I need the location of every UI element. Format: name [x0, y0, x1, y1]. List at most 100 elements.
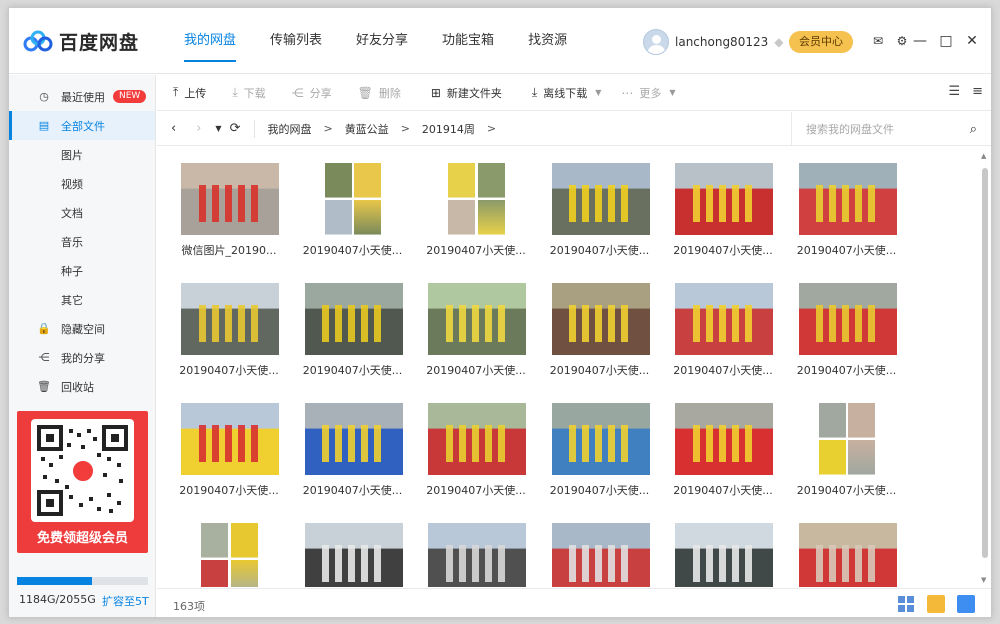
sidebar: ◷ 最近使用 NEW ▤ 全部文件 图片 视频 文档音乐种子 其它 🔒 隐藏空间 ⋲ 我的分享 🗑 回收站 — [9, 75, 156, 617]
grid-view-icon[interactable] — [897, 595, 915, 613]
sidebar-item-2[interactable]: 图片 — [9, 140, 155, 169]
download-button[interactable]: ⤓ 下载 — [232, 85, 265, 101]
promo-banner[interactable]: 免费领超级会员 — [17, 411, 148, 553]
minimize-icon[interactable]: — — [909, 32, 931, 50]
breadcrumb-item[interactable]: 我的网盘 — [267, 121, 311, 137]
nav-tab-4[interactable]: 找资源 — [511, 8, 584, 74]
share-button[interactable]: ⋲ 分享 — [292, 85, 332, 101]
vip-center-button[interactable]: 会员中心 — [789, 31, 853, 53]
promo-text[interactable]: 免费领超级会员 — [17, 527, 148, 546]
nav-tab-3[interactable]: 功能宝箱 — [425, 8, 511, 74]
file-item[interactable] — [667, 511, 779, 587]
back-icon[interactable]: ‹ — [171, 121, 176, 136]
sidebar-list: ◷ 最近使用 NEW ▤ 全部文件 图片 视频 文档音乐种子 其它 🔒 隐藏空间 ⋲ 我的分享 🗑 回收站 — [9, 75, 155, 401]
file-item[interactable] — [297, 511, 409, 587]
file-item[interactable]: 20190407小天使... — [791, 391, 903, 501]
file-item[interactable]: 20190407小天使... — [420, 151, 532, 261]
sidebar-item-0[interactable]: ◷ 最近使用 NEW — [9, 82, 155, 111]
file-item[interactable]: 20190407小天使... — [173, 271, 285, 381]
file-item[interactable]: 20190407小天使... — [544, 151, 656, 261]
file-item[interactable]: 20190407小天使... — [420, 271, 532, 381]
file-item[interactable]: 20190407小天使... — [667, 391, 779, 501]
history-dropdown-icon[interactable]: ▼ — [215, 124, 221, 133]
scroll-up-icon[interactable]: ▲ — [981, 152, 986, 160]
mail-icon[interactable]: ✉ — [869, 32, 887, 50]
new-folder-label: 新建文件夹 — [446, 86, 502, 100]
expand-storage-link[interactable]: 扩容至5T — [102, 593, 149, 609]
file-thumbnail — [304, 523, 403, 587]
file-item[interactable]: 20190407小天使... — [297, 271, 409, 381]
more-icon: ⋯ — [621, 85, 634, 100]
file-name: 20190407小天使... — [426, 484, 526, 497]
file-item[interactable]: 20190407小天使... — [297, 151, 409, 261]
status-bar: 163项 — [157, 588, 991, 617]
more-button[interactable]: ⋯ 更多 ▼ — [621, 85, 675, 101]
file-item[interactable]: 20190407小天使... — [667, 271, 779, 381]
nav-tab-1[interactable]: 传输列表 — [253, 8, 339, 74]
upload-button[interactable]: ⤒ 上传 — [173, 85, 206, 101]
breadcrumb-item[interactable]: 201914周 — [422, 121, 475, 137]
file-thumbnail — [324, 163, 382, 235]
file-item[interactable] — [791, 511, 903, 587]
refresh-icon[interactable]: ⟳ — [230, 121, 241, 136]
nav-tab-0[interactable]: 我的网盘 — [167, 8, 253, 74]
file-thumbnail — [448, 163, 505, 235]
list-view-icon[interactable]: ≡ — [972, 84, 983, 99]
breadcrumb-item[interactable]: 黄蓝公益 — [345, 121, 389, 137]
search-icon[interactable]: ⌕ — [970, 122, 977, 137]
file-name: 20190407小天使... — [426, 364, 526, 377]
sidebar-item-5[interactable]: 音乐 — [9, 227, 155, 256]
upload-queue-icon[interactable] — [927, 595, 945, 613]
scroll-down-icon[interactable]: ▼ — [981, 576, 986, 584]
photo-content — [569, 424, 632, 463]
sidebar-item-6[interactable]: 种子 — [9, 256, 155, 285]
sidebar-item-1[interactable]: ▤ 全部文件 — [9, 111, 155, 140]
file-name: 20190407小天使... — [549, 484, 650, 497]
breadcrumb-separator-icon: > — [323, 122, 333, 135]
search-input[interactable] — [806, 122, 956, 136]
clock-icon: ◷ — [39, 90, 49, 103]
sidebar-item-9[interactable]: ⋲ 我的分享 — [9, 343, 155, 372]
file-item[interactable]: 20190407小天使... — [297, 391, 409, 501]
file-item[interactable]: 20190407小天使... — [173, 391, 285, 501]
file-item[interactable] — [173, 511, 285, 587]
breadcrumb-separator-icon: > — [486, 122, 497, 135]
file-name: 20190407小天使... — [796, 244, 897, 257]
search-box: ⌕ — [791, 112, 991, 146]
lock-icon[interactable] — [957, 595, 975, 613]
file-thumbnail — [675, 283, 773, 355]
file-item[interactable]: 20190407小天使... — [791, 151, 903, 261]
file-item[interactable]: 20190407小天使... — [791, 271, 903, 381]
new-folder-button[interactable]: ⊞ 新建文件夹 — [431, 85, 502, 101]
forward-icon[interactable]: › — [196, 121, 201, 136]
file-item[interactable]: 20190407小天使... — [420, 391, 532, 501]
file-item[interactable] — [420, 511, 532, 587]
nav-tab-2[interactable]: 好友分享 — [339, 8, 425, 74]
maximize-icon[interactable]: □ — [935, 32, 957, 50]
file-item[interactable] — [544, 511, 656, 587]
sidebar-item-8[interactable]: 🔒 隐藏空间 — [9, 314, 155, 343]
file-item[interactable]: 20190407小天使... — [544, 391, 656, 501]
sidebar-item-10[interactable]: 🗑 回收站 — [9, 372, 155, 401]
scroll-thumb[interactable] — [982, 168, 988, 558]
sort-icon[interactable]: ☰ — [948, 84, 960, 99]
photo-content — [445, 424, 509, 463]
username[interactable]: lanchong80123 — [675, 35, 768, 49]
file-item[interactable]: 微信图片_20190... — [173, 151, 285, 261]
user-info[interactable]: lanchong80123 ◆ — [643, 29, 788, 55]
file-item[interactable]: 20190407小天使... — [544, 271, 656, 381]
file-item[interactable]: 20190407小天使... — [667, 151, 779, 261]
delete-label: 删除 — [378, 86, 401, 100]
photo-content — [569, 304, 632, 343]
window-controls: — □ ✕ — [905, 32, 983, 50]
sidebar-item-4[interactable]: 文档 — [9, 198, 155, 227]
sidebar-item-label: 音乐 — [61, 235, 83, 249]
sidebar-item-7[interactable]: 其它 — [9, 285, 155, 314]
delete-button[interactable]: 🗑 删除 — [358, 85, 401, 101]
avatar[interactable] — [643, 29, 669, 55]
offline-download-button[interactable]: ⤓ 离线下载 ▼ — [532, 85, 601, 101]
sidebar-item-3[interactable]: 视频 — [9, 169, 155, 198]
close-icon[interactable]: ✕ — [961, 32, 983, 50]
file-name: 20190407小天使... — [549, 364, 650, 377]
scrollbar[interactable]: ▲ ▼ — [979, 148, 991, 588]
